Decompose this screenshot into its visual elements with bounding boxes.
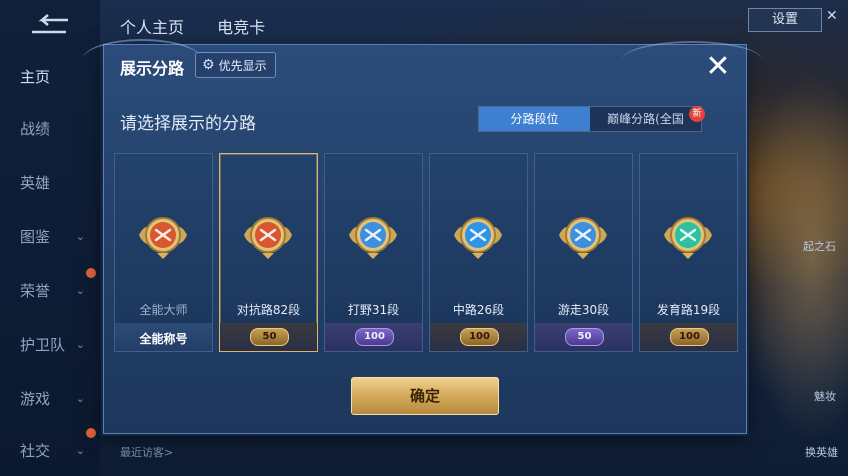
right-side-label: 起之石 xyxy=(803,240,836,253)
level-badge: 100 xyxy=(460,328,499,346)
sidebar-item-label: 战绩 xyxy=(20,120,51,138)
all-round-title-label: 全能称号 xyxy=(139,332,188,346)
sidebar-item[interactable]: 护卫队 ⌄ xyxy=(20,334,95,355)
lane-card-label: 游走30段 xyxy=(557,303,610,317)
lane-card-label: 中路26段 xyxy=(452,303,505,317)
chevron-down-icon: ⌄ xyxy=(75,230,85,243)
level-badge: 50 xyxy=(565,328,604,346)
lane-card[interactable]: 发育路19段 100 xyxy=(639,153,738,352)
lane-card-label: 发育路19段 xyxy=(656,303,721,317)
sidebar-item[interactable]: 荣誉 ⌄ xyxy=(20,280,95,301)
rank-emblem-icon xyxy=(347,209,399,261)
right-side-label[interactable]: 魅妆 xyxy=(814,388,836,404)
lane-card-footer: 100 xyxy=(325,323,422,351)
back-arrow-icon[interactable] xyxy=(28,14,70,38)
rank-emblem-icon xyxy=(557,209,609,261)
lane-card[interactable]: 中路26段 100 xyxy=(429,153,528,352)
lane-card[interactable]: 打野31段 100 xyxy=(324,153,423,352)
lane-card-footer: 50 xyxy=(535,323,632,351)
dialog-prompt: 请选择展示的分路 xyxy=(120,114,256,134)
priority-display-label: 优先显示 xyxy=(218,58,267,73)
segment-control: 分路段位 巅峰分路(全国 xyxy=(478,106,702,132)
chevron-down-icon: ⌄ xyxy=(75,392,85,405)
level-badge: 100 xyxy=(355,328,394,346)
lane-card[interactable]: 游走30段 50 xyxy=(534,153,633,352)
close-icon[interactable]: ✕ xyxy=(700,49,736,85)
lane-card-label: 打野31段 xyxy=(347,303,400,317)
confirm-button[interactable]: 确定 xyxy=(351,377,499,415)
tab-lane-rank[interactable]: 分路段位 xyxy=(479,107,590,131)
recent-visitors-link[interactable]: 最近访客> xyxy=(120,444,173,460)
chevron-down-icon: ⌄ xyxy=(75,284,85,297)
sidebar-item[interactable]: 英雄 xyxy=(20,172,95,193)
rank-emblem-icon xyxy=(137,209,189,261)
top-tabs: 个人主页 电竞卡 xyxy=(120,14,293,38)
sidebar-item[interactable]: 社交 ⌄ xyxy=(20,440,95,461)
notification-dot xyxy=(86,268,96,278)
gear-icon: ⚙ xyxy=(202,57,215,73)
level-badge: 100 xyxy=(670,328,709,346)
chevron-down-icon: ⌄ xyxy=(75,338,85,351)
sidebar-item-label: 图鉴 xyxy=(20,228,51,246)
sidebar-item[interactable]: 图鉴 ⌄ xyxy=(20,226,95,247)
lane-card-footer: 100 xyxy=(640,323,737,351)
lane-card-footer: 50 xyxy=(220,323,317,351)
lane-card-footer: 100 xyxy=(430,323,527,351)
lane-card-list: 全能大师 全能称号 对抗路82段 50 打野31段 100 中路26段 100 游走30段 50 发… xyxy=(114,153,738,352)
lane-card-label: 全能大师 xyxy=(139,303,188,317)
rank-emblem-icon xyxy=(662,209,714,261)
new-badge: 新 xyxy=(689,106,705,122)
close-icon[interactable]: ✕ xyxy=(826,8,844,26)
sidebar-item-label: 游戏 xyxy=(20,390,51,408)
lane-card-label: 对抗路82段 xyxy=(236,303,301,317)
level-badge: 50 xyxy=(250,328,289,346)
rank-emblem-icon xyxy=(452,209,504,261)
sidebar-item-label: 护卫队 xyxy=(20,336,66,354)
notification-dot xyxy=(86,428,96,438)
sidebar-item-label: 社交 xyxy=(20,442,51,460)
dialog-header: 展示分路 ⚙ 优先显示 ✕ xyxy=(104,45,746,85)
sidebar-item[interactable]: 游戏 ⌄ xyxy=(20,388,95,409)
tab-profile[interactable]: 个人主页 xyxy=(120,18,184,37)
lane-card[interactable]: 全能大师 全能称号 xyxy=(114,153,213,352)
sidebar-item[interactable]: 战绩 xyxy=(20,118,95,139)
sidebar-item-label: 主页 xyxy=(20,68,51,86)
priority-display-button[interactable]: ⚙ 优先显示 xyxy=(195,52,276,78)
dialog-title: 展示分路 xyxy=(120,59,185,78)
lane-card-footer: 全能称号 xyxy=(115,323,212,351)
sidebar-item-label: 荣誉 xyxy=(20,282,51,300)
chevron-down-icon: ⌄ xyxy=(75,444,85,457)
sidebar-item-label: 英雄 xyxy=(20,174,51,192)
settings-button[interactable]: 设置 xyxy=(748,8,822,32)
change-hero-button[interactable]: 换英雄 xyxy=(805,444,838,460)
rank-emblem-icon xyxy=(242,209,294,261)
lane-display-dialog: 展示分路 ⚙ 优先显示 ✕ 请选择展示的分路 分路段位 巅峰分路(全国 新 全能… xyxy=(82,39,762,434)
lane-card[interactable]: 对抗路82段 50 xyxy=(219,153,318,352)
tab-peak-lane[interactable]: 巅峰分路(全国 xyxy=(590,107,701,131)
tab-esports[interactable]: 电竞卡 xyxy=(217,18,265,37)
